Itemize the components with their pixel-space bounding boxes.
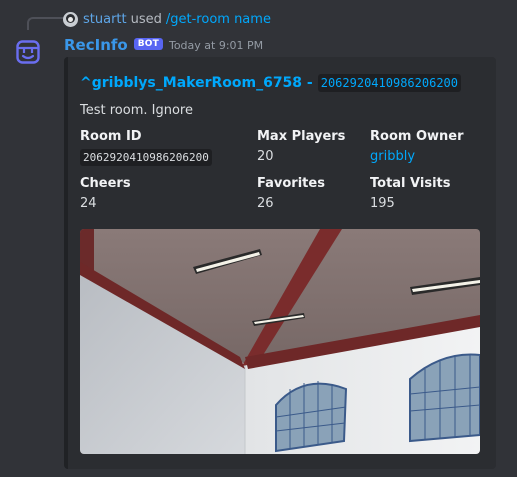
user-avatar[interactable] bbox=[63, 11, 78, 27]
field-name: Room Owner bbox=[370, 129, 464, 144]
field-favorites: Favorites 26 bbox=[257, 176, 325, 211]
field-max-players: Max Players 20 bbox=[257, 129, 345, 164]
field-value: 20 bbox=[257, 149, 274, 164]
reply-username[interactable]: stuartt bbox=[83, 12, 127, 27]
room-embed: ^gribblys_MakerRoom_6758 - 2062920410986… bbox=[64, 57, 496, 469]
room-scene bbox=[80, 229, 480, 454]
field-value: 26 bbox=[257, 196, 274, 211]
field-room-owner: Room Owner gribbly bbox=[370, 129, 464, 164]
field-cheers: Cheers 24 bbox=[80, 176, 131, 211]
field-room-id: Room ID 2062920410986206200 bbox=[80, 129, 212, 166]
bot-tag: BOT bbox=[133, 38, 163, 50]
embed-title-text[interactable]: ^gribblys_MakerRoom_6758 - bbox=[80, 75, 313, 91]
field-name: Room ID bbox=[80, 129, 142, 144]
room-owner-link[interactable]: gribbly bbox=[370, 149, 464, 164]
message-timestamp[interactable]: Today at 9:01 PM bbox=[169, 39, 263, 52]
recinfo-logo-icon bbox=[16, 40, 40, 64]
reply-context[interactable]: stuartt used /get-room name bbox=[63, 10, 271, 28]
field-name: Max Players bbox=[257, 129, 346, 144]
field-value: 2062920410986206200 bbox=[80, 149, 212, 166]
embed-description: Test room. Ignore bbox=[80, 103, 193, 118]
field-value: 195 bbox=[370, 196, 395, 211]
field-name: Cheers bbox=[80, 176, 131, 191]
field-name: Total Visits bbox=[370, 176, 451, 191]
field-name: Favorites bbox=[257, 176, 325, 191]
embed-title[interactable]: ^gribblys_MakerRoom_6758 - 2062920410986… bbox=[80, 74, 462, 92]
bot-avatar[interactable] bbox=[16, 40, 40, 64]
reply-command[interactable]: /get-room name bbox=[166, 12, 271, 27]
bot-username[interactable]: RecInfo bbox=[64, 36, 128, 54]
embed-title-code[interactable]: 2062920410986206200 bbox=[317, 74, 462, 92]
message-header: RecInfo BOT Today at 9:01 PM bbox=[64, 35, 263, 55]
reply-used-text: used bbox=[130, 11, 162, 27]
room-screenshot-image[interactable] bbox=[80, 229, 480, 454]
field-total-visits: Total Visits 195 bbox=[370, 176, 450, 211]
reply-spine bbox=[27, 17, 65, 30]
field-value: 24 bbox=[80, 196, 97, 211]
